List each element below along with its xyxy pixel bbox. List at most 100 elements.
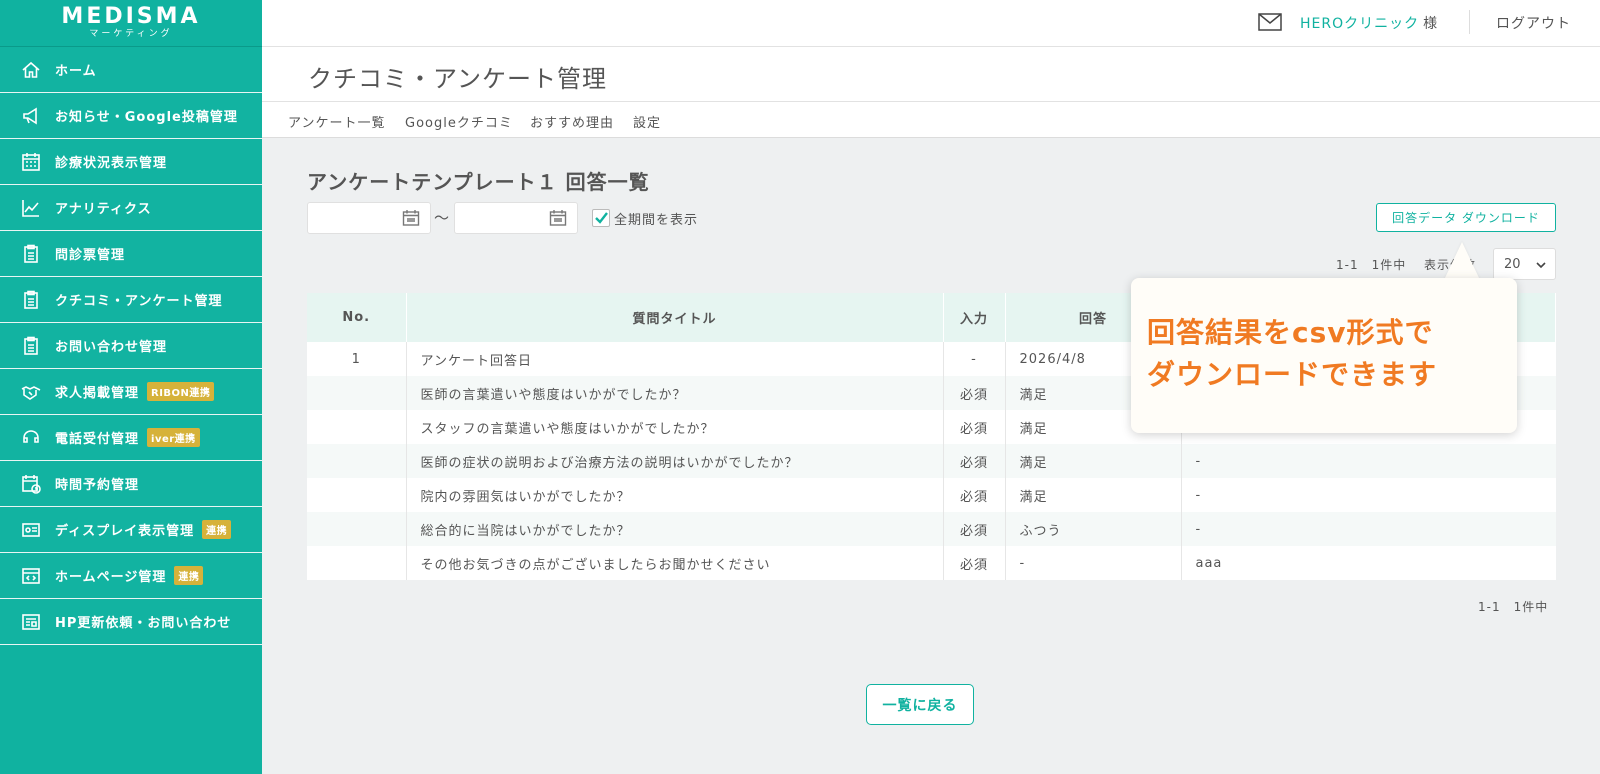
cell-answer: ふつう — [1004, 512, 1181, 546]
sidebar-item-label: 診療状況表示管理 — [55, 156, 168, 171]
pager-bottom: 1-1 1件中 — [1478, 600, 1549, 614]
all-period-checkbox[interactable] — [592, 209, 610, 227]
cell-no — [307, 444, 406, 478]
chevron-down-icon — [1535, 259, 1547, 275]
per-page-value: 20 — [1504, 257, 1521, 272]
pager-top: 1-1 1件中 — [1336, 258, 1407, 272]
download-button[interactable]: 回答データ ダウンロード — [1376, 203, 1556, 232]
cell-title: その他お気づきの点がございましたらお聞かせください — [405, 546, 943, 580]
table-row: 院内の雰囲気はいかがでしたか？ 必須 満足 - — [307, 478, 1556, 512]
cell-answer: 満足 — [1004, 444, 1181, 478]
phone-icon — [20, 427, 42, 449]
end-date-input[interactable] — [454, 202, 578, 234]
cell-title: 院内の雰囲気はいかがでしたか？ — [405, 478, 943, 512]
cell-answer: - — [1004, 546, 1181, 580]
range-separator: 〜 — [434, 209, 450, 227]
cell-input: 必須 — [942, 512, 1005, 546]
integration-badge: 連携 — [202, 520, 232, 539]
tab-settings[interactable]: 設定 — [633, 112, 661, 131]
code-window-icon — [20, 565, 42, 587]
callout-arrow — [1444, 242, 1480, 280]
sidebar-item-label: 問診票管理 — [55, 248, 126, 263]
brand-sub: マーケティング — [89, 29, 173, 39]
sidebar-item-display[interactable]: ディスプレイ表示管理 連携 — [0, 507, 262, 553]
column-header: 質問タイトル — [406, 293, 944, 342]
id-card-icon — [20, 519, 42, 541]
cell-title: 医師の症状の説明および治療方法の説明はいかがでしたか？ — [405, 444, 943, 478]
sidebar-item-questionnaire[interactable]: 問診票管理 — [0, 231, 262, 277]
table-row: その他お気づきの点がございましたらお聞かせください 必須 - aaa — [307, 546, 1556, 580]
download-hint-callout: 回答結果をcsv形式で ダウンロードできます — [1131, 278, 1517, 433]
sidebar-item-reviews[interactable]: クチコミ・アンケート管理 — [0, 277, 262, 323]
sidebar-item-analytics[interactable]: アナリティクス — [0, 185, 262, 231]
column-header: No. — [307, 293, 407, 342]
sidebar-item-label: ホーム — [55, 64, 97, 79]
all-period-label[interactable]: 全期間を表示 — [614, 209, 698, 228]
cell-title: アンケート回答日 — [405, 342, 943, 376]
header-divider — [1469, 10, 1470, 34]
sidebar-item-hp-update[interactable]: HP更新依頼・お問い合わせ — [0, 599, 262, 645]
sidebar-item-clinic-status[interactable]: 診療状況表示管理 — [0, 139, 262, 185]
cell-no — [307, 546, 406, 580]
cell-input: 必須 — [942, 410, 1005, 444]
sidebar-item-recruit[interactable]: 求人掲載管理 RIBON連携 — [0, 369, 262, 415]
sidebar-item-label: ディスプレイ表示管理 — [55, 524, 195, 539]
sidebar-item-news[interactable]: お知らせ・Google投稿管理 — [0, 93, 262, 139]
cell-answer: 満足 — [1004, 478, 1181, 512]
sidebar-item-label: HP更新依頼・お問い合わせ — [55, 616, 232, 631]
handshake-icon — [20, 381, 42, 403]
cell-input: 必須 — [942, 376, 1005, 410]
table-row: 医師の症状の説明および治療方法の説明はいかがでしたか？ 必須 満足 - — [307, 444, 1556, 478]
home-icon — [20, 59, 42, 81]
tab-recommend-reasons[interactable]: おすすめ理由 — [530, 112, 614, 131]
callout-line: 回答結果をcsv形式で — [1147, 316, 1434, 349]
logout-link[interactable]: ログアウト — [1496, 13, 1571, 33]
brand-logo[interactable]: MEDISMA マーケティング — [0, 0, 262, 47]
calendar-icon[interactable] — [402, 209, 420, 231]
cell-input: 必須 — [942, 478, 1005, 512]
cell-no — [307, 512, 406, 546]
sidebar-item-label: 求人掲載管理 — [55, 386, 140, 401]
sidebar-item-label: お知らせ・Google投稿管理 — [55, 110, 238, 125]
calendar-icon[interactable] — [549, 209, 567, 231]
tab-survey-list[interactable]: アンケート一覧 — [288, 112, 385, 131]
mail-icon[interactable] — [1258, 13, 1282, 35]
cell-extra: aaa — [1180, 546, 1556, 580]
sidebar-item-label: ホームページ管理 — [55, 570, 167, 585]
integration-badge: iver連携 — [147, 428, 200, 447]
back-to-list-button[interactable]: 一覧に戻る — [866, 684, 974, 725]
sidebar-item-inquiries[interactable]: お問い合わせ管理 — [0, 323, 262, 369]
page-title-bar: クチコミ・アンケート管理 — [262, 47, 1600, 102]
integration-badge: RIBON連携 — [147, 382, 215, 401]
tab-google-reviews[interactable]: Googleクチコミ — [405, 112, 513, 131]
sidebar: MEDISMA マーケティング ホーム お知らせ・Google投稿管理 診療状況… — [0, 0, 262, 774]
news-icon — [20, 611, 42, 633]
honorific: 様 — [1423, 16, 1439, 32]
calendar-grid-icon — [20, 151, 42, 173]
cell-no — [307, 478, 406, 512]
clinic-name: HEROクリニック様 — [1300, 16, 1439, 32]
top-header: HEROクリニック様 ログアウト — [262, 0, 1600, 47]
check-icon — [595, 212, 608, 224]
per-page-select[interactable]: 20 — [1493, 248, 1556, 280]
sidebar-item-label: アナリティクス — [55, 202, 152, 217]
cell-title: 総合的に当院はいかがでしたか？ — [405, 512, 943, 546]
sidebar-item-phone[interactable]: 電話受付管理 iver連携 — [0, 415, 262, 461]
table-row: 総合的に当院はいかがでしたか？ 必須 ふつう - — [307, 512, 1556, 546]
tabs-bar: アンケート一覧 Googleクチコミ おすすめ理由 設定 — [262, 102, 1600, 138]
cell-extra: - — [1180, 444, 1556, 478]
chart-line-icon — [20, 197, 42, 219]
callout-line: ダウンロードできます — [1147, 358, 1438, 391]
cell-input: 必須 — [942, 546, 1005, 580]
sidebar-item-reservation[interactable]: 時間予約管理 — [0, 461, 262, 507]
sidebar-item-label: お問い合わせ管理 — [55, 340, 168, 355]
sidebar-item-homepage[interactable]: ホームページ管理 連携 — [0, 553, 262, 599]
cell-no — [307, 376, 406, 410]
page-title: クチコミ・アンケート管理 — [308, 65, 608, 93]
clipboard-icon — [20, 289, 42, 311]
calendar-clock-icon — [20, 473, 42, 495]
sidebar-item-label: 時間予約管理 — [55, 478, 140, 493]
start-date-input[interactable] — [307, 202, 431, 234]
sidebar-item-home[interactable]: ホーム — [0, 47, 262, 93]
clipboard-icon — [20, 243, 42, 265]
